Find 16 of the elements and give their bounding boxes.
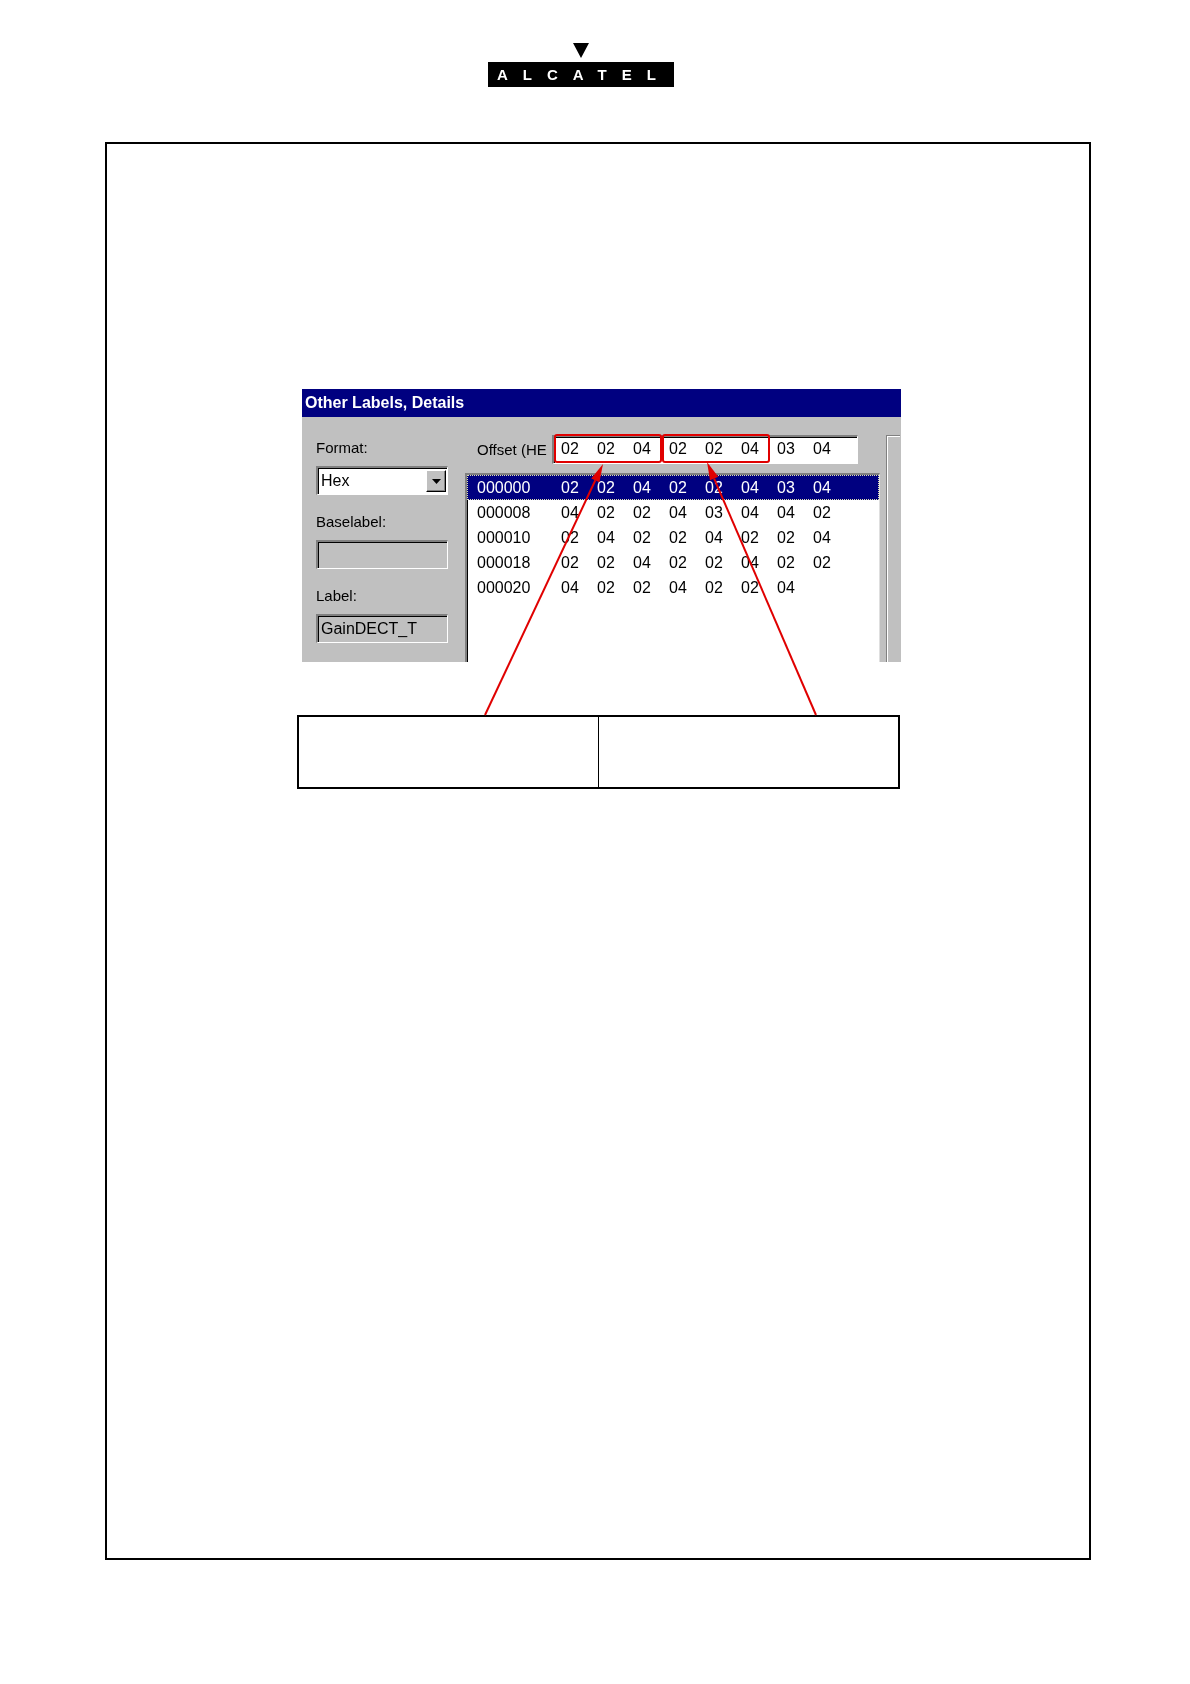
field-label: Label:	[316, 587, 358, 605]
hex-row[interactable]: 000020 04 02 02 04 02 02 04	[467, 575, 879, 600]
hex-row[interactable]: 000008 04 02 02 04 03 04 04 02	[467, 500, 879, 525]
triangle-icon	[573, 43, 589, 58]
hex-bytes: 03 04	[776, 438, 832, 459]
highlight-frame: 02 02 04	[662, 434, 770, 463]
dropdown-button[interactable]	[426, 470, 446, 492]
offset-field[interactable]: 02 02 04 02 02 04 03 04	[552, 435, 858, 464]
window-title: Other Labels, Details	[302, 389, 901, 417]
dropdown[interactable]: Hex	[316, 466, 448, 495]
caret-icon	[431, 478, 441, 484]
field-label: Baselabel:	[316, 513, 388, 531]
field-label: Format:	[316, 439, 369, 457]
logo-wordmark: ALCATEL	[488, 62, 674, 87]
highlight-frame: 02 02 04	[554, 434, 662, 463]
field-label: Offset (HE	[477, 440, 548, 459]
